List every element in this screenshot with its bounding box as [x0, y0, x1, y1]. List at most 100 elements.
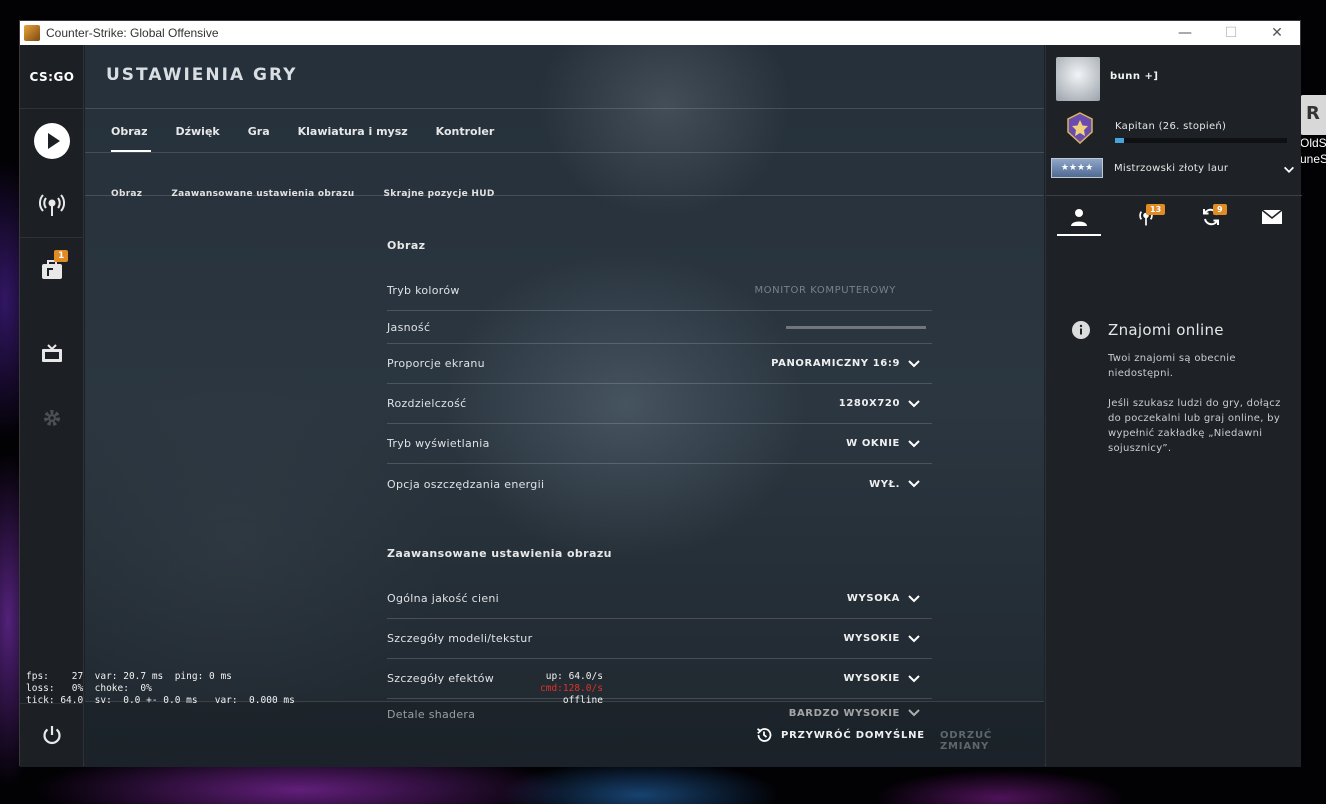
subtab-zaawansowane[interactable]: Zaawansowane ustawienia obrazu — [171, 189, 354, 199]
player-name: bunn +] — [1110, 71, 1159, 82]
setting-row-jakosc-cieni[interactable]: Ogólna jakość cieni WYSOKA — [387, 579, 932, 619]
setting-value: WYSOKIE — [843, 673, 900, 684]
setting-row-szczegoly-modeli[interactable]: Szczegóły modeli/tekstur WYSOKIE — [387, 619, 932, 659]
tab-kontroler[interactable]: Kontroler — [436, 125, 495, 152]
dropdown-select[interactable]: W OKNIE — [846, 436, 932, 452]
shortcut-label-1: OldSc — [1300, 136, 1326, 150]
setting-label: Szczegóły efektów — [387, 672, 495, 685]
inventory-badge: 1 — [54, 250, 69, 262]
csgo-logo[interactable]: CS:GO — [20, 45, 84, 109]
close-button[interactable]: ✕ — [1254, 21, 1300, 45]
settings-footer: PRZYWRÓĆ DOMYŚLNE ODRZUĆ ZMIANY — [85, 701, 1044, 767]
friends-online-title: Znajomi online — [1108, 321, 1224, 339]
brightness-slider[interactable] — [786, 325, 926, 329]
setting-value: W OKNIE — [846, 438, 900, 449]
dropdown-select[interactable]: WYSOKIE — [844, 671, 932, 687]
setting-value: 1280X720 — [838, 398, 900, 409]
window-title: Counter-Strike: Global Offensive — [46, 26, 219, 40]
power-button[interactable] — [20, 703, 84, 767]
netgraph-status: offline — [562, 695, 603, 706]
setting-row-rozdzielczosc[interactable]: Rozdzielczość 1280X720 — [387, 384, 932, 424]
setting-row-szczegoly-efektow[interactable]: Szczegóły efektów WYSOKIE — [387, 659, 932, 699]
setting-row-tryb-kolorow[interactable]: Tryb kolorów MONITOR KOMPUTEROWY — [387, 271, 932, 311]
tab-gra[interactable]: Gra — [248, 125, 270, 152]
dropdown-select[interactable]: WYŁ. — [869, 476, 932, 492]
csgo-app-icon — [24, 25, 40, 41]
avatar[interactable] — [1056, 57, 1100, 101]
section-heading-zaawansowane: Zaawansowane ustawienia obrazu — [387, 547, 612, 560]
tab-obraz[interactable]: Obraz — [111, 125, 153, 152]
rank-label: Kapitan (26. stopień) — [1115, 121, 1227, 132]
discard-changes-button[interactable]: ODRZUĆ ZMIANY — [940, 730, 1044, 752]
setting-row-oszczedzanie-energii[interactable]: Opcja oszczędzania energii WYŁ. — [387, 464, 932, 504]
tab-friends[interactable] — [1057, 200, 1101, 236]
setting-label: Tryb kolorów — [387, 284, 460, 297]
setting-label: Proporcje ekranu — [387, 357, 485, 370]
power-icon — [43, 726, 61, 745]
netgraph-line: loss: 0% choke: 0% — [26, 683, 152, 694]
settings-main: USTAWIENIA GRY Obraz Dźwięk Gra Klawiatu… — [85, 45, 1044, 767]
setting-label: Tryb wyświetlania — [387, 437, 490, 450]
game-window: Counter-Strike: Global Offensive — ☐ ✕ C… — [19, 20, 1302, 767]
chevron-down-icon — [908, 594, 920, 602]
broadcast-icon — [39, 194, 65, 216]
setting-value: WYSOKIE — [843, 633, 900, 644]
setting-row-tryb-wyswietlania[interactable]: Tryb wyświetlania W OKNIE — [387, 424, 932, 464]
activity-badge: 9 — [1213, 204, 1227, 215]
dropdown-select[interactable]: WYSOKA — [847, 591, 932, 607]
section-heading-obraz: Obraz — [387, 239, 426, 252]
chevron-down-icon — [908, 634, 920, 642]
setting-row-proporcje-ekranu[interactable]: Proporcje ekranu PANORAMICZNY 16:9 — [387, 344, 932, 384]
envelope-icon — [1261, 209, 1283, 224]
setting-row-jasnosc[interactable]: Jasność — [387, 311, 932, 344]
chevron-down-icon[interactable] — [1282, 163, 1296, 177]
rank-emblem-icon — [1067, 112, 1093, 144]
person-icon — [1071, 209, 1087, 226]
settings-button[interactable] — [20, 386, 84, 450]
chevron-down-icon — [908, 439, 920, 447]
inventory-button[interactable]: 1 — [20, 238, 84, 302]
tab-messages[interactable] — [1250, 200, 1294, 234]
setting-label: Rozdzielczość — [387, 397, 467, 410]
title-bar[interactable]: Counter-Strike: Global Offensive — ☐ ✕ — [20, 21, 1300, 45]
rank-progress-fill — [1115, 138, 1124, 143]
skill-group-emblem: ★★★★ — [1051, 158, 1103, 178]
maximize-button[interactable]: ☐ — [1208, 21, 1254, 45]
shortcut-icon: R — [1300, 95, 1326, 135]
left-nav: CS:GO 1 — [20, 45, 84, 767]
skill-group-label: Mistrzowski złoty laur — [1114, 163, 1229, 174]
tab-klawiatura-i-mysz[interactable]: Klawiatura i mysz — [298, 125, 408, 152]
shortcut-label-2: uneS — [1300, 152, 1326, 166]
setting-label: Ogólna jakość cieni — [387, 592, 500, 605]
info-icon — [1072, 321, 1090, 339]
setting-label: Szczegóły modeli/tekstur — [387, 632, 533, 645]
chevron-down-icon — [908, 359, 920, 367]
netgraph-line: tick: 64.0 sv: 0.0 +- 0.0 ms var: 0.000 … — [26, 695, 295, 706]
subtab-skrajne-pozycje-hud[interactable]: Skrajne pozycje HUD — [384, 189, 495, 199]
netgraph-line: fps: 27 var: 20.7 ms ping: 0 ms — [26, 671, 232, 682]
tab-news[interactable]: 13 — [1124, 200, 1168, 234]
tab-dzwiek[interactable]: Dźwięk — [175, 125, 219, 152]
settings-subtabs: Obraz Zaawansowane ustawienia obrazu Skr… — [111, 189, 524, 199]
tv-button[interactable] — [20, 322, 84, 386]
desktop-shortcut[interactable]: R OldSc uneS — [1300, 95, 1326, 185]
dropdown-select[interactable]: 1280X720 — [839, 396, 932, 412]
restore-defaults-button[interactable]: PRZYWRÓĆ DOMYŚLNE — [755, 726, 925, 744]
dropdown-select[interactable]: PANORAMICZNY 16:9 — [771, 356, 932, 372]
dropdown-select[interactable]: WYSOKIE — [844, 631, 932, 647]
play-button[interactable] — [20, 109, 84, 173]
netgraph-up: up: 64.0/s — [545, 671, 603, 682]
minimize-button[interactable]: — — [1162, 21, 1208, 45]
setting-value: MONITOR KOMPUTEROWY — [754, 285, 896, 296]
subtab-obraz[interactable]: Obraz — [111, 189, 142, 199]
chevron-down-icon — [908, 399, 920, 407]
page-title: USTAWIENIA GRY — [106, 65, 298, 85]
chevron-down-icon — [908, 674, 920, 682]
friends-unavailable-text: Twoi znajomi są obecnie niedostępni. — [1108, 353, 1236, 379]
tab-activity[interactable]: 9 — [1189, 200, 1233, 234]
settings-tabs: Obraz Dźwięk Gra Klawiatura i mysz Kontr… — [111, 125, 522, 152]
setting-label: Jasność — [387, 320, 431, 334]
setting-value: PANORAMICZNY 16:9 — [771, 358, 900, 369]
play-icon — [34, 123, 70, 159]
watch-broadcast-button[interactable] — [20, 173, 84, 237]
